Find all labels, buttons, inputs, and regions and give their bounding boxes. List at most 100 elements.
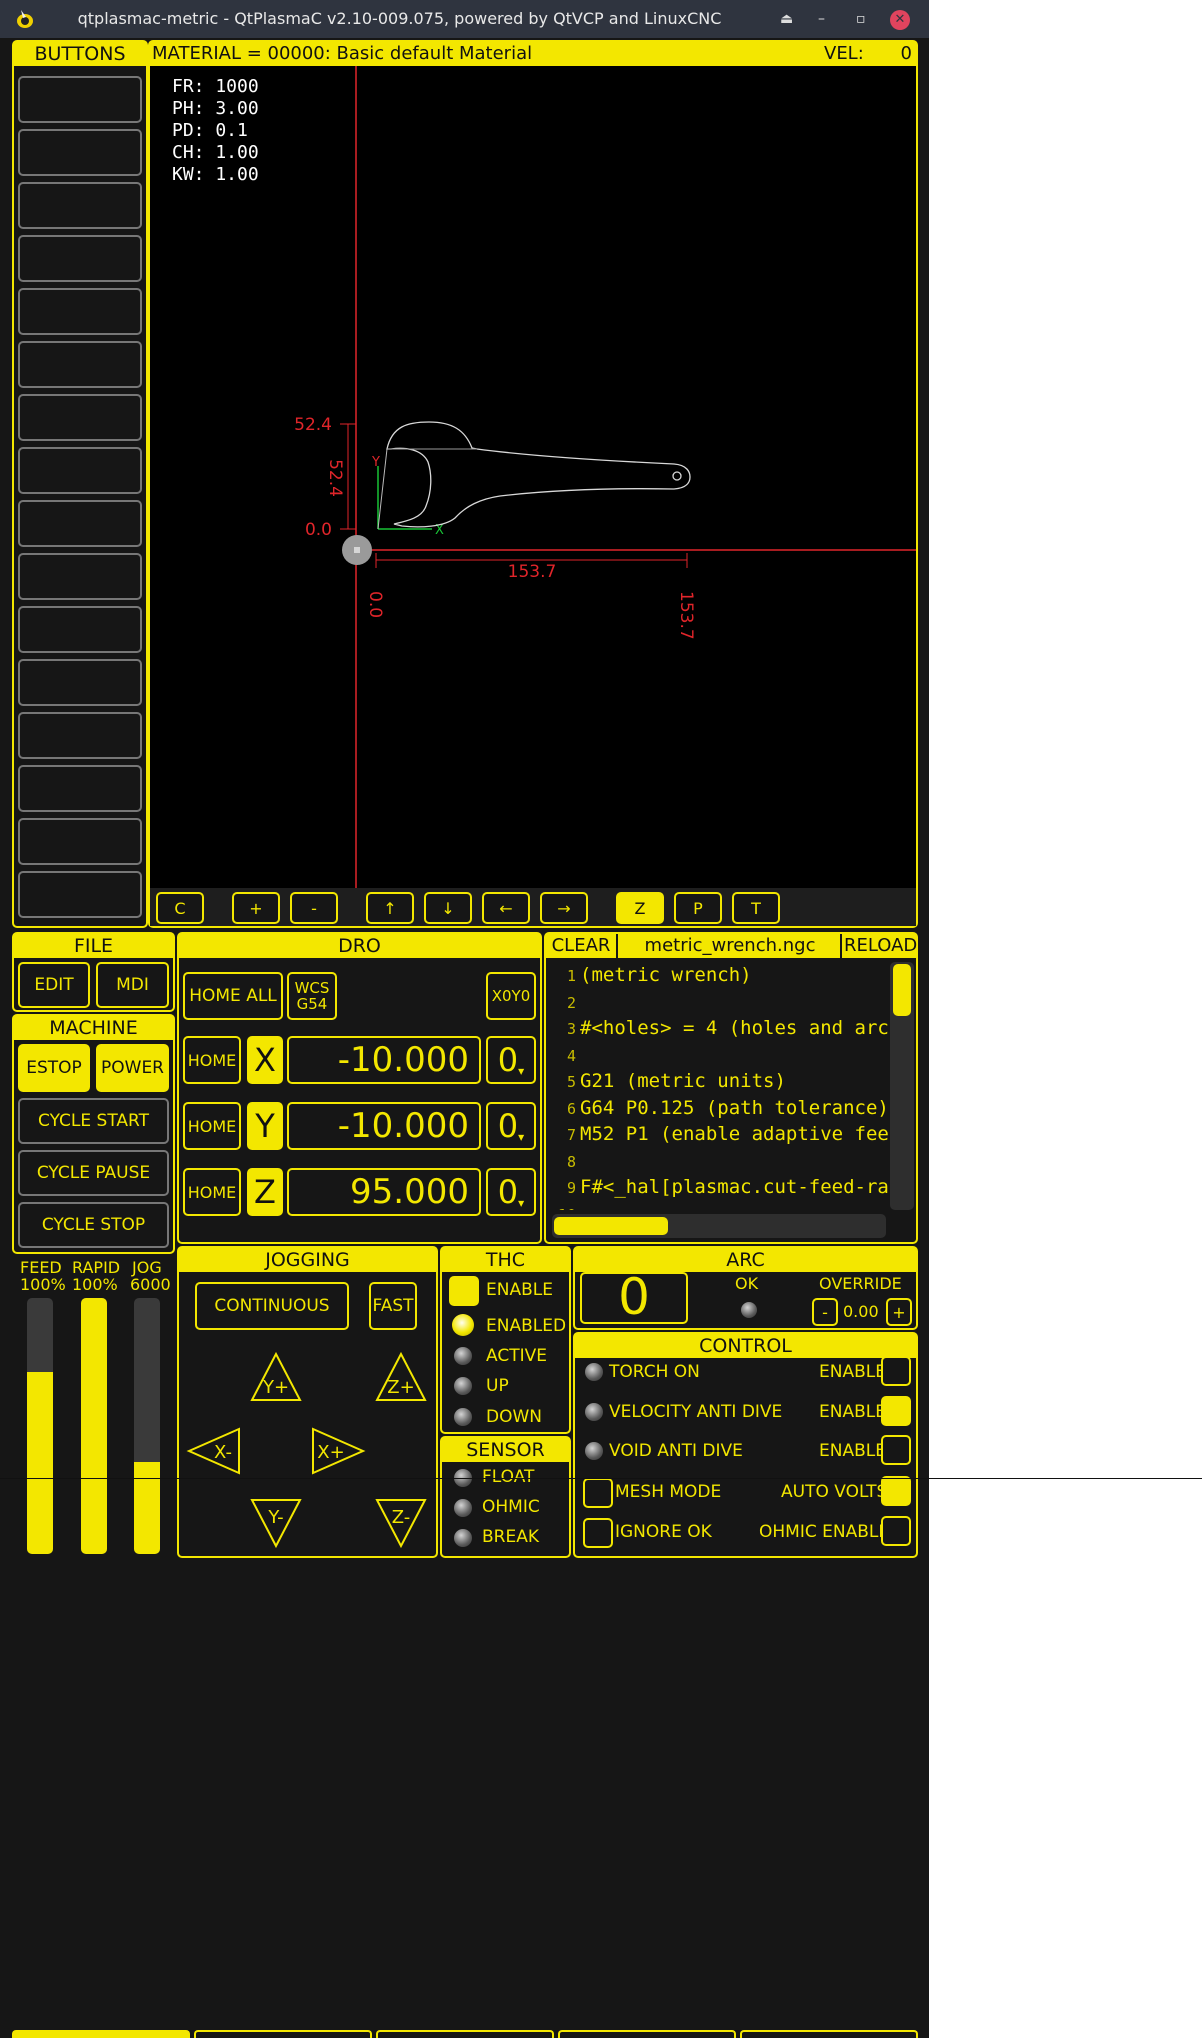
mdi-button[interactable]: MDI xyxy=(96,962,169,1008)
pan-right-button[interactable]: → xyxy=(540,892,588,924)
tool-view-button[interactable]: T xyxy=(732,892,780,924)
svg-text:X+: X+ xyxy=(317,1442,344,1463)
pan-down-button[interactable]: ↓ xyxy=(424,892,472,924)
edit-button[interactable]: EDIT xyxy=(18,962,90,1008)
jog-z-plus-button[interactable]: Z+ xyxy=(375,1351,427,1401)
feed-override-slider[interactable] xyxy=(27,1298,53,1554)
rapid-override-slider[interactable] xyxy=(81,1298,107,1554)
view-p-button[interactable]: P xyxy=(674,892,722,924)
gcode-line[interactable]: 4 xyxy=(550,1042,580,1068)
thc-enable-checkbox[interactable] xyxy=(449,1276,479,1306)
custom-user-button[interactable] xyxy=(18,553,142,600)
home-x-button[interactable]: HOME xyxy=(183,1036,241,1084)
gcode-line[interactable]: 5 G21 (metric units) xyxy=(550,1068,786,1094)
custom-user-button[interactable] xyxy=(18,341,142,388)
torch-enable-checkbox[interactable] xyxy=(881,1356,911,1386)
clear-button[interactable]: CLEAR xyxy=(546,934,618,958)
tab-2[interactable] xyxy=(194,2030,372,2038)
custom-user-button[interactable] xyxy=(18,871,142,918)
tab-3[interactable] xyxy=(376,2030,554,2038)
tab-5[interactable] xyxy=(740,2030,918,2038)
custom-user-button[interactable] xyxy=(18,182,142,229)
custom-user-button[interactable] xyxy=(18,394,142,441)
arc-override-minus-button[interactable]: - xyxy=(812,1298,838,1326)
void-anti-dive-checkbox[interactable] xyxy=(881,1435,911,1465)
gcode-line[interactable]: 9 F#<_hal[plasmac.cut-feed-rat xyxy=(550,1174,888,1200)
restore-icon[interactable]: ▫ xyxy=(856,0,866,38)
gcode-line[interactable]: 1 (metric wrench) xyxy=(550,962,752,988)
gcode-line[interactable]: 7 M52 P1 (enable adaptive feed xyxy=(550,1121,888,1147)
custom-user-button[interactable] xyxy=(18,235,142,282)
jog-z-minus-button[interactable]: Z- xyxy=(375,1499,427,1549)
velocity-anti-dive-checkbox[interactable] xyxy=(881,1396,911,1426)
axis-z-label[interactable]: Z xyxy=(247,1168,283,1216)
estop-button[interactable]: ESTOP xyxy=(18,1044,90,1092)
ohmic-enable-checkbox[interactable] xyxy=(881,1516,911,1546)
gcode-line[interactable]: 6 G64 P0.125 (path tolerance) xyxy=(550,1095,888,1121)
jog-x-minus-button[interactable]: X- xyxy=(186,1427,240,1475)
gcode-line[interactable]: 2 xyxy=(550,989,580,1015)
gcode-line[interactable]: 8 xyxy=(550,1148,580,1174)
gcode-line-number: 5 xyxy=(566,1073,576,1091)
power-button[interactable]: POWER xyxy=(96,1044,169,1092)
jog-x-plus-button[interactable]: X+ xyxy=(312,1427,366,1475)
axis-y-offset-button[interactable]: 0 ▾ xyxy=(486,1102,536,1150)
arc-override-plus-button[interactable]: + xyxy=(886,1298,912,1326)
custom-user-button[interactable] xyxy=(18,765,142,812)
cycle-start-button[interactable]: CYCLE START xyxy=(18,1098,169,1144)
axis-y-label[interactable]: Y xyxy=(247,1102,283,1150)
gcode-vertical-scrollbar[interactable] xyxy=(890,962,914,1210)
cycle-pause-button[interactable]: CYCLE PAUSE xyxy=(18,1150,169,1196)
tab-4[interactable] xyxy=(558,2030,736,2038)
wcs-button[interactable]: WCS G54 xyxy=(287,972,337,1020)
axis-x-offset-button[interactable]: 0 ▾ xyxy=(486,1036,536,1084)
eject-icon[interactable]: ⏏ xyxy=(780,0,793,38)
jog-y-plus-button[interactable]: Y+ xyxy=(250,1351,302,1401)
gcode-line[interactable]: 10 xyxy=(550,1201,580,1211)
gcode-line[interactable]: 3 #<holes> = 4 (holes and arcs xyxy=(550,1015,888,1041)
home-z-button[interactable]: HOME xyxy=(183,1168,241,1216)
wrench-hole xyxy=(672,471,682,481)
clear-view-button[interactable]: C xyxy=(156,892,204,924)
home-y-button[interactable]: HOME xyxy=(183,1102,241,1150)
tab-main[interactable] xyxy=(12,2030,190,2038)
x0y0-button[interactable]: X0Y0 xyxy=(486,972,536,1020)
zoom-in-button[interactable]: + xyxy=(232,892,280,924)
custom-user-button[interactable] xyxy=(18,712,142,759)
cycle-stop-button[interactable]: CYCLE STOP xyxy=(18,1202,169,1248)
ignore-ok-checkbox[interactable] xyxy=(583,1518,613,1548)
axis-z-offset-button[interactable]: 0 ▾ xyxy=(486,1168,536,1216)
gcode-vertical-scroll-handle[interactable] xyxy=(893,964,911,1016)
close-icon[interactable]: ✕ xyxy=(890,10,910,30)
custom-user-button[interactable] xyxy=(18,606,142,653)
rapid-override-fill xyxy=(81,1298,107,1554)
x-length-label: 153.7 xyxy=(508,562,557,582)
pan-up-button[interactable]: ↑ xyxy=(366,892,414,924)
auto-volts-checkbox[interactable] xyxy=(881,1476,911,1506)
axis-x-label[interactable]: X xyxy=(247,1036,283,1084)
gcode-horizontal-scrollbar[interactable] xyxy=(552,1214,886,1238)
mesh-mode-checkbox[interactable] xyxy=(583,1478,613,1508)
gcode-filename: metric_wrench.ngc xyxy=(620,934,842,958)
custom-user-button[interactable] xyxy=(18,659,142,706)
custom-user-button[interactable] xyxy=(18,447,142,494)
jog-speed-slider[interactable] xyxy=(134,1298,160,1554)
toolpath-canvas[interactable]: 52.4 0.0 52.4 153.7 0.0 153.7 Y X xyxy=(150,66,916,890)
gcode-line-number: 2 xyxy=(566,993,576,1012)
home-all-button[interactable]: HOME ALL xyxy=(183,972,283,1020)
custom-user-button[interactable] xyxy=(18,818,142,865)
custom-user-button[interactable] xyxy=(18,129,142,176)
vel-label: VEL: xyxy=(824,43,864,64)
reload-button[interactable]: RELOAD xyxy=(844,934,917,958)
jog-y-minus-button[interactable]: Y- xyxy=(250,1499,302,1549)
pan-left-button[interactable]: ← xyxy=(482,892,530,924)
gcode-editor[interactable]: 1 (metric wrench) 2 3 #<holes> = 4 (holes an… xyxy=(550,960,888,1210)
gcode-horizontal-scroll-handle[interactable] xyxy=(554,1217,668,1235)
custom-user-button[interactable] xyxy=(18,500,142,547)
minimize-icon[interactable]: – xyxy=(818,0,825,38)
custom-user-button[interactable] xyxy=(18,288,142,335)
override-panel: FEED 100% RAPID 100% JOG 6000 xyxy=(12,1254,175,1558)
view-z-button[interactable]: Z xyxy=(616,892,664,924)
zoom-out-button[interactable]: - xyxy=(290,892,338,924)
custom-user-button[interactable] xyxy=(18,76,142,123)
